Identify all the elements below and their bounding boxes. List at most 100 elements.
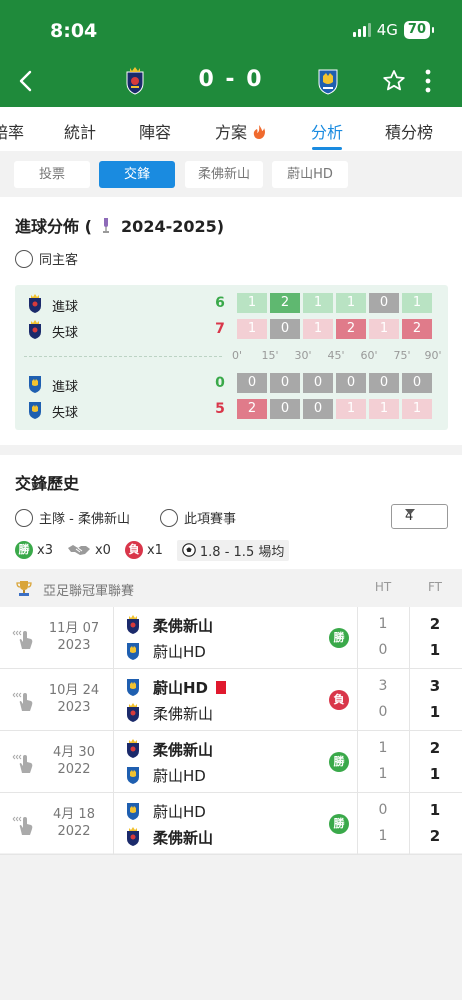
swipe-hand-icon bbox=[12, 692, 33, 711]
goal-average-text: 1.8 - 1.5 場均 bbox=[199, 544, 285, 560]
home-conceded-total: 7 bbox=[215, 321, 225, 337]
ht-score: 1 bbox=[378, 740, 388, 756]
wins-summary: 勝 x3 bbox=[15, 541, 53, 559]
status-time: 8:04 bbox=[50, 20, 98, 42]
match-count-select[interactable]: 4 bbox=[391, 504, 448, 529]
match-row[interactable]: 11月 07 2023 柔佛新山 蔚山HD 勝 1 0 2 1 bbox=[0, 607, 462, 669]
result-badge: 勝 bbox=[329, 814, 349, 834]
competition-filter-label: 此項賽事 bbox=[184, 512, 237, 527]
home-team-filter[interactable]: 主隊 - 柔佛新山 bbox=[15, 508, 130, 527]
conceded-label: 失球 bbox=[52, 326, 79, 341]
battery-tip bbox=[432, 27, 434, 33]
ft-score: 1 bbox=[429, 703, 441, 721]
distribution-cell: 0 bbox=[402, 373, 432, 393]
status-indicators: 4G 70 bbox=[352, 21, 434, 39]
ft-score: 1 bbox=[429, 801, 441, 819]
tab-analysis[interactable]: 分析 bbox=[311, 119, 343, 143]
ft-score: 3 bbox=[429, 677, 441, 695]
distribution-cell: 0 bbox=[303, 399, 333, 419]
draw-count: x0 bbox=[94, 542, 111, 558]
away-conceded-row: 失球 5 2 0 0 1 1 1 bbox=[15, 399, 448, 421]
match-day: 4月 30 bbox=[53, 745, 95, 760]
home-team-logo-icon bbox=[127, 703, 139, 722]
home-team-filter-radio[interactable] bbox=[15, 508, 33, 527]
tab-standings[interactable]: 積分榜 bbox=[385, 119, 433, 143]
team-1: 柔佛新山 bbox=[125, 614, 325, 636]
team-name-with-card: 蔚山HD bbox=[153, 677, 227, 698]
match-date: 11月 07 2023 bbox=[44, 620, 104, 654]
away-score: 0 bbox=[246, 67, 264, 92]
tab-stats[interactable]: 統計 bbox=[64, 119, 96, 143]
team-name: 蔚山HD bbox=[153, 803, 206, 821]
ht-score: 0 bbox=[378, 802, 388, 818]
competition-filter-radio[interactable] bbox=[160, 508, 178, 527]
match-row[interactable]: 10月 24 2023 蔚山HD 柔佛新山 負 3 0 3 1 bbox=[0, 669, 462, 731]
team-name: 蔚山HD bbox=[153, 643, 206, 661]
h2h-summary: 勝 x3 x0 負 x1 1.8 - 1.5 場均 bbox=[15, 539, 290, 561]
distribution-cell: 1 bbox=[369, 399, 399, 419]
subtab-h2h[interactable]: 交鋒 bbox=[99, 161, 175, 188]
home-team-logo-icon bbox=[127, 615, 139, 634]
match-year: 2022 bbox=[57, 824, 91, 839]
ht-score: 0 bbox=[378, 704, 388, 720]
away-team-logo-icon bbox=[127, 767, 139, 784]
time-label: 30' bbox=[294, 349, 312, 362]
battery-icon: 70 bbox=[403, 21, 430, 39]
distribution-cell: 1 bbox=[402, 399, 432, 419]
team-name: 柔佛新山 bbox=[153, 705, 214, 723]
ft-score: 1 bbox=[429, 641, 441, 659]
more-options-icon[interactable] bbox=[420, 68, 436, 94]
result-badge: 負 bbox=[329, 690, 349, 710]
conceded-label: 失球 bbox=[52, 406, 79, 421]
network-label: 4G bbox=[376, 21, 398, 39]
home-conceded-row: 失球 7 1 0 1 2 1 2 bbox=[15, 319, 448, 341]
team-name: 柔佛新山 bbox=[153, 741, 214, 759]
goal-distribution-title: 進球分佈 ( 2024-2025) bbox=[15, 213, 224, 237]
match-row[interactable]: 4月 30 2022 柔佛新山 蔚山HD 勝 1 1 2 1 bbox=[0, 731, 462, 793]
distribution-cell: 0 bbox=[303, 373, 333, 393]
team-name: 柔佛新山 bbox=[153, 617, 214, 635]
ft-score: 2 bbox=[429, 827, 441, 845]
goal-distribution-card: 進球分佈 ( 2024-2025) 同主客 進球 6 1 2 1 1 0 1 失… bbox=[0, 197, 462, 445]
subtab-vote[interactable]: 投票 bbox=[14, 161, 90, 188]
team-2: 柔佛新山 bbox=[125, 702, 325, 724]
match-date: 10月 24 2023 bbox=[44, 682, 104, 716]
ht-score: 0 bbox=[378, 642, 388, 658]
same-venue-toggle[interactable]: 同主客 bbox=[15, 249, 78, 268]
tab-lineup[interactable]: 陣容 bbox=[139, 119, 171, 143]
tab-plans[interactable]: 方案 bbox=[215, 119, 266, 143]
season-label: 2024-2025) bbox=[121, 217, 225, 236]
away-team-logo-icon bbox=[29, 376, 41, 393]
home-team-logo-icon bbox=[29, 294, 41, 313]
subtab-away-team[interactable]: 蔚山HD bbox=[272, 161, 348, 188]
away-scored-row: 進球 0 0 0 0 0 0 0 bbox=[15, 373, 448, 395]
competition-filter[interactable]: 此項賽事 bbox=[160, 508, 236, 527]
ft-score: 2 bbox=[429, 615, 441, 633]
distribution-cell: 1 bbox=[336, 293, 366, 313]
win-badge: 勝 bbox=[15, 541, 33, 559]
favorite-star-icon[interactable] bbox=[381, 68, 407, 94]
score-separator: - bbox=[225, 67, 237, 92]
match-day: 10月 24 bbox=[48, 683, 100, 698]
tab-odds[interactable]: 賠率 bbox=[0, 119, 24, 143]
distribution-cell: 1 bbox=[237, 293, 267, 313]
signal-icon bbox=[352, 23, 371, 37]
team-1: 蔚山HD bbox=[125, 676, 325, 698]
goal-distribution-table: 進球 6 1 2 1 1 0 1 失球 7 1 0 1 2 1 2 0' 15'… bbox=[15, 285, 448, 430]
same-venue-radio[interactable] bbox=[15, 249, 33, 268]
distribution-cell: 0 bbox=[336, 373, 366, 393]
caret-down-icon bbox=[405, 509, 415, 515]
away-team-logo-icon[interactable] bbox=[315, 66, 341, 96]
home-team-filter-label: 主隊 - 柔佛新山 bbox=[39, 512, 130, 527]
distribution-cell: 1 bbox=[402, 293, 432, 313]
time-label: 75' bbox=[393, 349, 411, 362]
league-trophy-icon bbox=[16, 581, 32, 596]
match-row[interactable]: 4月 18 2022 蔚山HD 柔佛新山 勝 0 1 1 2 bbox=[0, 793, 462, 855]
distribution-cell: 0 bbox=[237, 373, 267, 393]
home-scored-row: 進球 6 1 2 1 1 0 1 bbox=[15, 293, 448, 315]
subtab-home-team[interactable]: 柔佛新山 bbox=[185, 161, 263, 188]
distribution-cell: 1 bbox=[237, 319, 267, 339]
swipe-hand-icon bbox=[12, 816, 33, 835]
team-name: 蔚山HD bbox=[153, 767, 206, 785]
league-name: 亞足聯冠軍聯賽 bbox=[43, 584, 135, 599]
